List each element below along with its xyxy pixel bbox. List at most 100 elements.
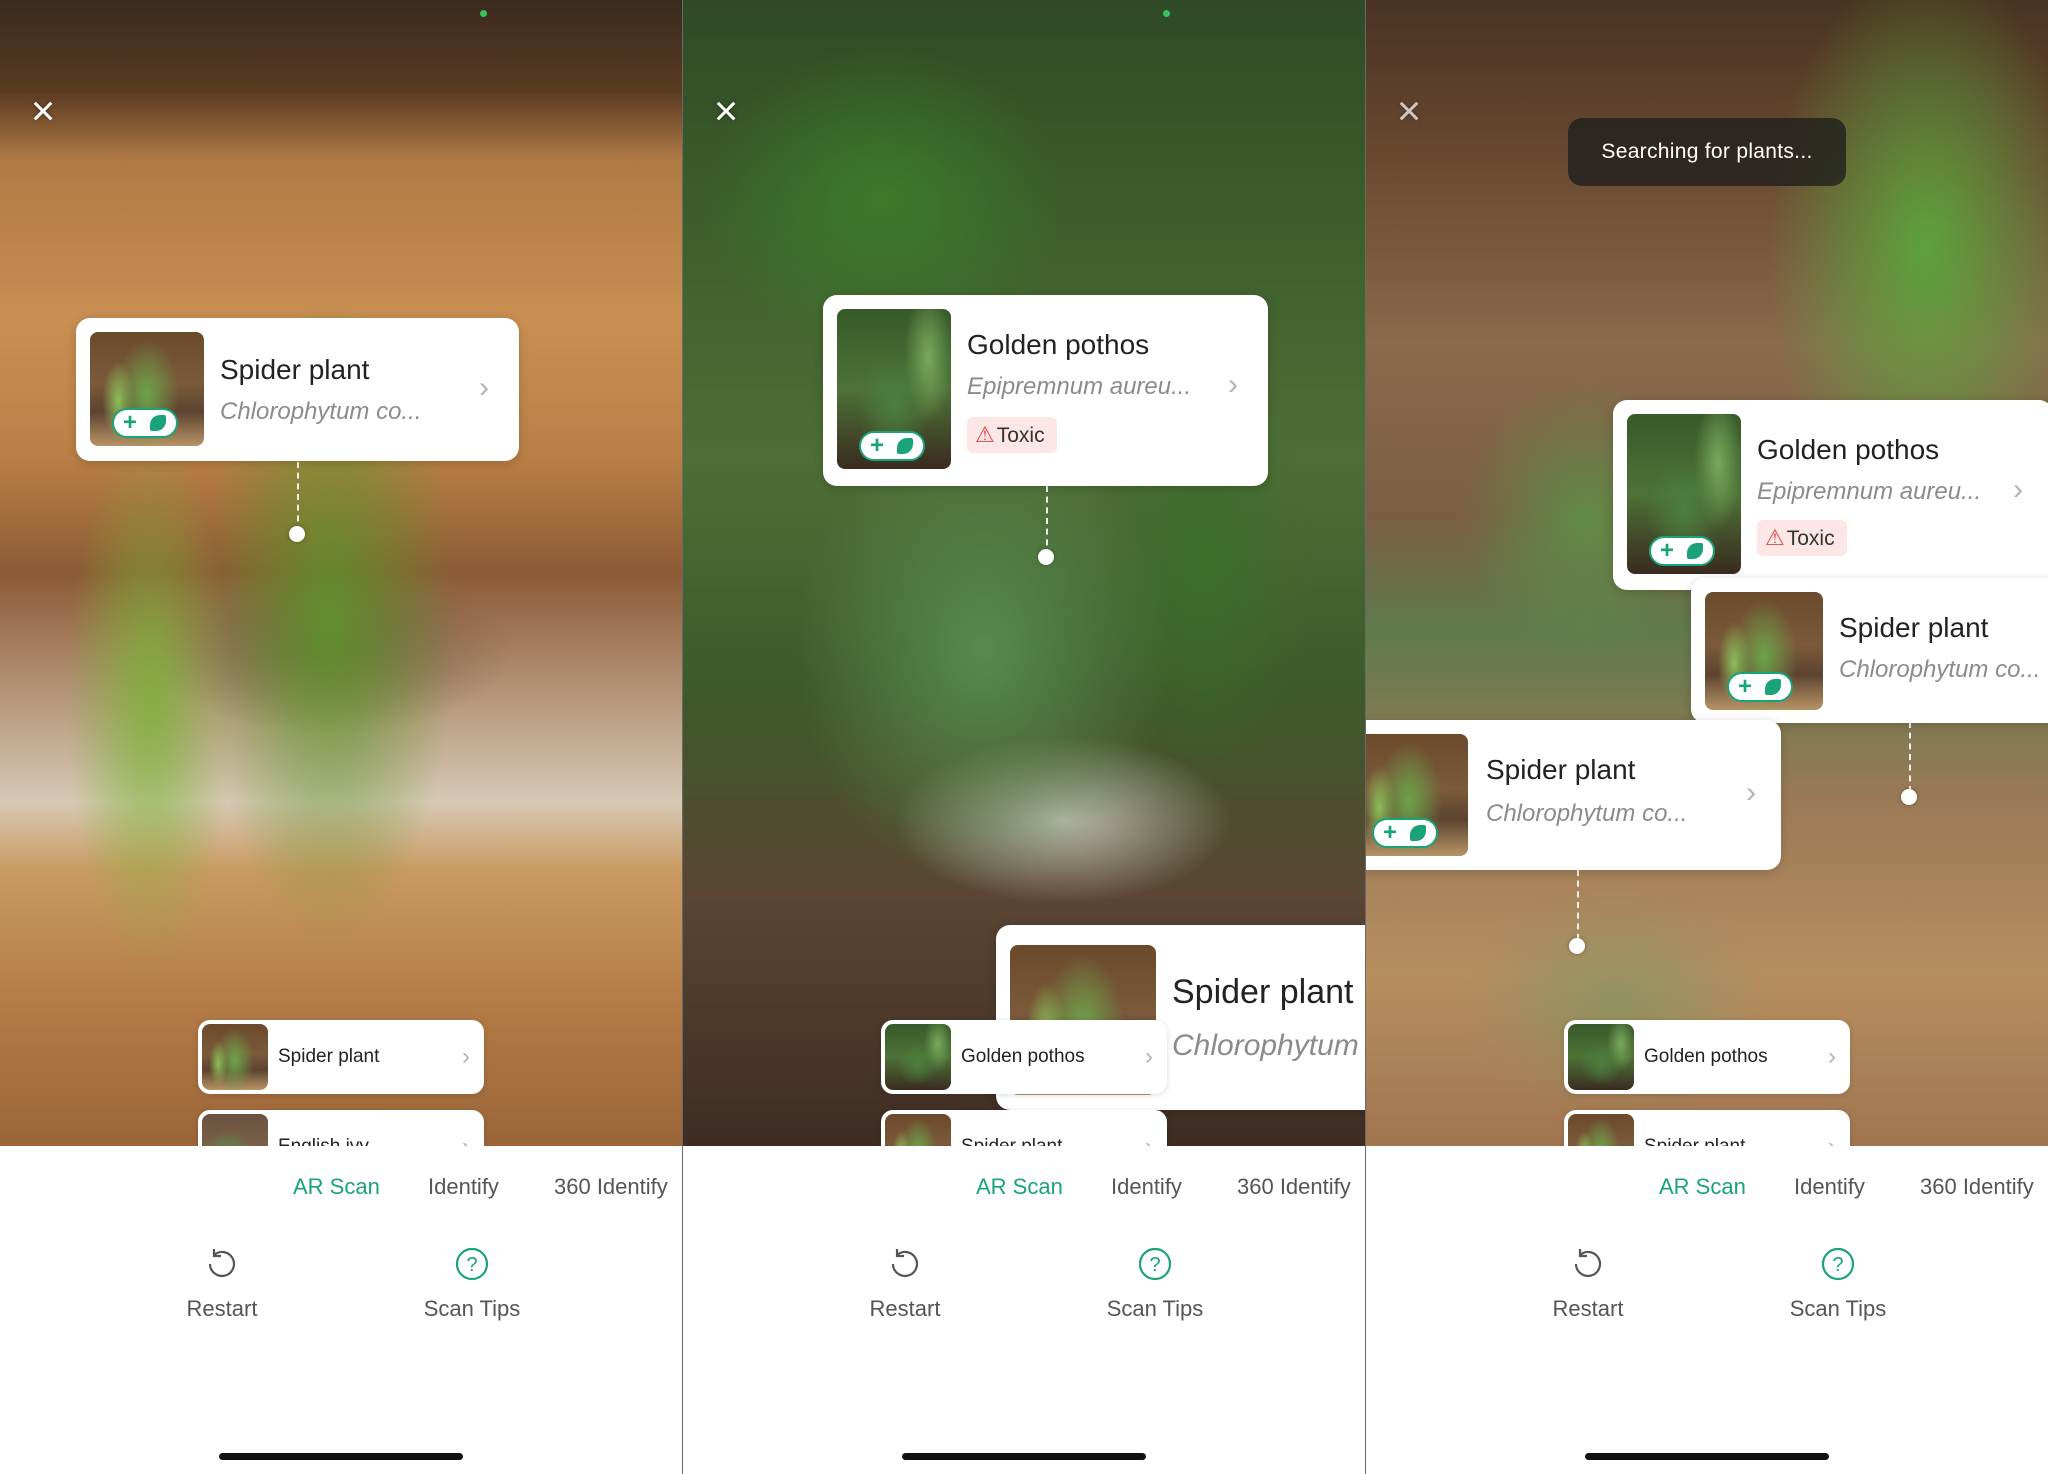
restart-label: Restart <box>1552 1296 1624 1321</box>
warning-icon: ⚠ <box>975 422 995 447</box>
pin-line <box>1577 870 1579 940</box>
add-plant-icon[interactable]: + <box>1649 536 1715 566</box>
tab-identify[interactable]: Identify <box>1111 1174 1182 1200</box>
scan-tips-label: Scan Tips <box>423 1296 521 1321</box>
result-item[interactable]: Spider plant › <box>1564 1110 1850 1146</box>
scan-tips-button[interactable]: ? Scan Tips <box>1075 1244 1235 1322</box>
plant-thumbnail: + <box>1627 414 1741 574</box>
scan-tips-label: Scan Tips <box>1106 1296 1204 1321</box>
add-plant-icon[interactable]: + <box>1727 672 1793 702</box>
mode-tabs: AR Scan Identify 360 Identify <box>683 1174 1365 1214</box>
pin-line <box>1046 486 1048 556</box>
close-icon[interactable]: × <box>1388 90 1430 132</box>
tab-identify[interactable]: Identify <box>1794 1174 1865 1200</box>
pin-line <box>1909 722 1911 792</box>
add-plant-icon[interactable]: + <box>1372 818 1438 848</box>
phone-screen-3: × Searching for plants... + Golden potho… <box>1366 0 2048 1474</box>
camera-viewport: × + Spider plant Chlorophytum co... › Sp… <box>0 0 682 1146</box>
scan-tips-button[interactable]: ? Scan Tips <box>1758 1244 1918 1322</box>
home-indicator <box>219 1453 463 1460</box>
plant-scientific-name: Chlorophytum co... <box>220 398 422 425</box>
restart-button[interactable]: Restart <box>1508 1244 1668 1322</box>
plant-name: Golden pothos <box>967 329 1150 360</box>
screenshot-comparison: × + Spider plant Chlorophytum co... › Sp… <box>0 0 2048 1474</box>
result-item[interactable]: Golden pothos › <box>881 1020 1167 1094</box>
close-icon[interactable]: × <box>22 90 64 132</box>
toxic-badge: ⚠Toxic <box>967 417 1057 453</box>
tab-360-identify[interactable]: 360 Identify <box>1237 1174 1351 1200</box>
result-thumbnail <box>1568 1024 1634 1090</box>
plant-name: Golden pothos <box>1757 434 1940 465</box>
restart-icon <box>1574 1249 1602 1277</box>
tab-identify[interactable]: Identify <box>428 1174 499 1200</box>
help-circle-icon: ? <box>1821 1247 1855 1281</box>
result-thumbnail <box>202 1024 268 1090</box>
result-item[interactable]: Golden pothos › <box>1564 1020 1850 1094</box>
chevron-right-icon: › <box>1228 368 1238 401</box>
help-circle-icon: ? <box>1138 1247 1172 1281</box>
ar-label-card[interactable]: + Spider plant Chlorophytum co... › <box>1366 720 1781 870</box>
chevron-right-icon: › <box>1746 776 1756 809</box>
restart-button[interactable]: Restart <box>825 1244 985 1322</box>
ar-label-card[interactable]: + Golden pothos Epipremnum aureu... › ⚠T… <box>823 295 1268 486</box>
plant-thumbnail: + <box>1366 734 1468 856</box>
toxic-label: Toxic <box>1786 527 1835 550</box>
result-thumbnail <box>1568 1114 1634 1146</box>
add-plant-icon[interactable]: + <box>112 408 178 438</box>
svg-text:?: ? <box>1832 1254 1843 1276</box>
restart-icon <box>208 1249 236 1277</box>
mode-tabs: AR Scan Identify 360 Identify <box>1366 1174 2048 1214</box>
restart-button[interactable]: Restart <box>142 1244 302 1322</box>
tab-360-identify[interactable]: 360 Identify <box>1920 1174 2034 1200</box>
tab-ar-scan[interactable]: AR Scan <box>976 1174 1063 1200</box>
result-thumbnail <box>885 1114 951 1146</box>
ar-label-card[interactable]: + Spider plant Chlorophytum co... › <box>76 318 519 461</box>
warning-icon: ⚠ <box>1765 525 1785 550</box>
scan-tips-button[interactable]: ? Scan Tips <box>392 1244 552 1322</box>
plant-name: Spider plant <box>1172 973 1354 1011</box>
ar-label-card[interactable]: + Spider plant Chlorophytum co... <box>1691 578 2048 723</box>
pin-line <box>297 462 299 532</box>
result-thumbnail <box>885 1024 951 1090</box>
result-item[interactable]: English ivy › <box>198 1110 484 1146</box>
svg-text:?: ? <box>1149 1254 1160 1276</box>
chevron-right-icon: › <box>479 371 489 404</box>
pin-dot <box>289 526 305 542</box>
tab-ar-scan[interactable]: AR Scan <box>1659 1174 1746 1200</box>
toxic-badge: ⚠Toxic <box>1757 520 1847 556</box>
chevron-right-icon: › <box>1145 1043 1153 1070</box>
close-icon[interactable]: × <box>705 90 747 132</box>
searching-toast: Searching for plants... <box>1568 118 1846 186</box>
pin-dot <box>1569 938 1585 954</box>
chevron-right-icon: › <box>462 1110 470 1146</box>
camera-viewport: × Searching for plants... + Golden potho… <box>1366 0 2048 1146</box>
mode-tabs: AR Scan Identify 360 Identify <box>0 1174 682 1214</box>
result-label: Spider plant <box>1644 1110 1745 1146</box>
plant-scientific-name: Chlorophytum co... <box>1839 656 2041 683</box>
plant-scientific-name: Epipremnum aureu... <box>967 373 1192 400</box>
result-item[interactable]: Spider plant › <box>881 1110 1167 1146</box>
phone-screen-1: × + Spider plant Chlorophytum co... › Sp… <box>0 0 682 1474</box>
result-item[interactable]: Spider plant › <box>198 1020 484 1094</box>
plant-thumbnail: + <box>1705 592 1823 710</box>
chevron-right-icon: › <box>1828 1110 1836 1146</box>
help-circle-icon: ? <box>455 1247 489 1281</box>
add-plant-icon[interactable]: + <box>859 431 925 461</box>
restart-icon <box>891 1249 919 1277</box>
plant-thumbnail: + <box>90 332 204 446</box>
result-label: Spider plant <box>278 1046 380 1067</box>
chevron-right-icon: › <box>1145 1110 1153 1146</box>
plant-scientific-name: Epipremnum aureu... <box>1757 478 1982 505</box>
toxic-label: Toxic <box>996 424 1045 447</box>
result-label: English ivy <box>278 1110 369 1146</box>
result-label: Spider plant <box>961 1110 1062 1146</box>
plant-name: Spider plant <box>1486 754 1636 785</box>
restart-label: Restart <box>186 1296 258 1321</box>
tab-360-identify[interactable]: 360 Identify <box>554 1174 668 1200</box>
restart-label: Restart <box>869 1296 941 1321</box>
phone-screen-2: × + Golden pothos Epipremnum aureu... › … <box>683 0 1365 1474</box>
tab-ar-scan[interactable]: AR Scan <box>293 1174 380 1200</box>
ar-label-card[interactable]: + Golden pothos Epipremnum aureu... › ⚠T… <box>1613 400 2048 590</box>
scan-tips-label: Scan Tips <box>1789 1296 1887 1321</box>
chevron-right-icon: › <box>462 1043 470 1070</box>
